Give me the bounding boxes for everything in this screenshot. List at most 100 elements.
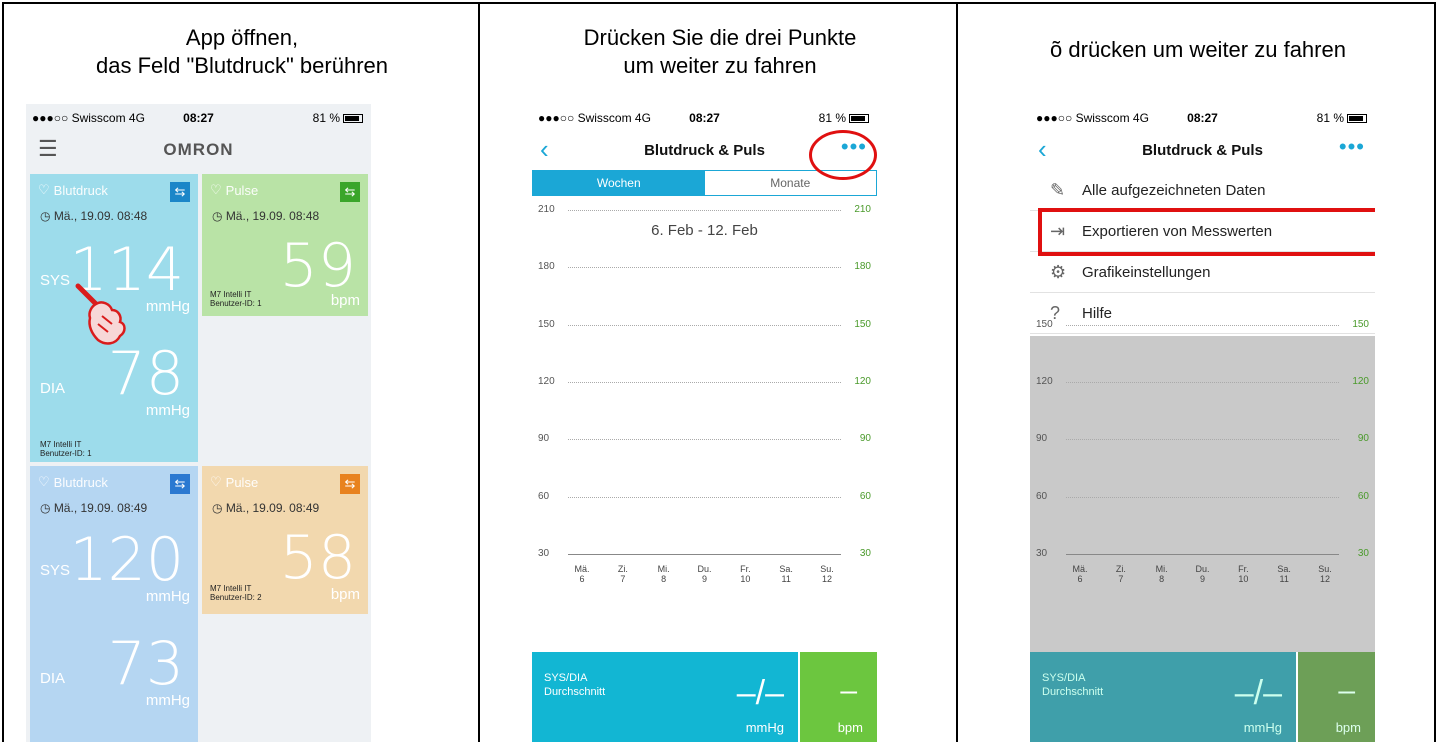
dia-unit: mmHg <box>145 692 190 709</box>
chart-area: 210 210 180 180 150 150 120 120 90 90 60 60 30 30 Mä. 6… <box>532 204 877 654</box>
tile-date-text: Mä., 19.09. 08:49 <box>53 501 148 515</box>
battery-icon <box>849 113 869 123</box>
gridline <box>568 496 841 498</box>
tile-date: ◷ Mä., 19.09. 08:49 <box>212 501 320 515</box>
device-info: M7 Intelli IT Benutzer-ID: 2 <box>210 584 262 602</box>
sync-icon[interactable]: ⇆ <box>340 474 360 494</box>
highlight-box <box>1038 208 1375 256</box>
pulse-value: 59 <box>279 231 356 301</box>
blood-pressure-tile[interactable]: ♡ Blutdruck ⇆ ◷ Mä., 19.09. 08:49 SYS 120… <box>30 466 198 742</box>
dia-value: 73 <box>107 629 184 699</box>
summary-pulse: – bpm <box>1298 652 1375 742</box>
x-tick-date: 6 <box>579 574 585 584</box>
x-tick-day: Fr. <box>740 564 751 574</box>
y-tick-label-left: 150 <box>1036 318 1053 330</box>
x-tick-date: 9 <box>701 574 707 584</box>
x-tick-day: Sa. <box>1277 564 1291 574</box>
y-tick-label-left: 180 <box>538 261 555 273</box>
step1-caption-line2: das Feld "Blutdruck" berühren <box>96 53 388 78</box>
x-tick-label: Zi. 7 <box>1107 564 1135 584</box>
y-tick-label-right: 60 <box>859 490 871 502</box>
device-info: M7 Intelli IT Benutzer-ID: 1 <box>210 290 262 308</box>
y-tick-label-right: 120 <box>1352 376 1369 387</box>
x-tick-label: Mi. 8 <box>650 564 678 584</box>
pulse-tile[interactable]: ♡ Pulse ⇆ ◷ Mä., 19.09. 08:49 58 bpm M7 I… <box>202 466 368 614</box>
battery: 81 % <box>313 111 363 125</box>
gridline <box>1066 324 1339 326</box>
x-tick-label: Mä. 6 <box>1066 564 1094 584</box>
y-tick-label-right: 60 <box>1357 490 1369 502</box>
chart-navbar: ‹ Blutdruck & Puls ••• <box>1030 130 1375 170</box>
gridline <box>568 324 841 326</box>
x-tick-date: 12 <box>821 574 832 584</box>
y-tick-label-right: 180 <box>854 261 871 273</box>
x-tick-day: Zi. <box>1115 564 1126 574</box>
x-tick-date: 6 <box>1077 574 1083 584</box>
x-tick-date: 7 <box>620 574 626 584</box>
battery-label: 81 % <box>1316 111 1344 125</box>
tile-title: Blutdruck <box>53 474 108 490</box>
x-tick-label: Zi. 7 <box>609 564 637 584</box>
more-options-icon[interactable]: ••• <box>1339 136 1365 158</box>
y-tick-label-left: 60 <box>538 490 550 502</box>
gridline <box>568 382 841 383</box>
heart-icon: ♡ <box>38 474 50 489</box>
tile-title: Blutdruck <box>53 182 108 198</box>
sync-icon[interactable]: ⇆ <box>170 474 190 494</box>
y-tick-label-left: 90 <box>1036 433 1048 445</box>
x-tick-day: Mä. <box>1072 564 1088 574</box>
summary-unit: mmHg <box>745 720 784 735</box>
gridline <box>1066 439 1339 441</box>
battery-label: 81 % <box>312 111 340 125</box>
pulse-tile[interactable]: ♡ Pulse ⇆ ◷ Mä., 19.09. 08:48 59 bpm M7 I… <box>202 174 368 316</box>
sync-icon[interactable]: ⇆ <box>340 182 360 202</box>
x-tick-day: Mä. <box>574 564 590 574</box>
tile-header: ♡ Pulse <box>210 474 258 490</box>
tab-wochen[interactable]: Wochen <box>533 171 705 195</box>
y-tick-label-right: 150 <box>1352 318 1369 330</box>
battery: 81 % <box>819 111 869 125</box>
y-tick-label-right: 120 <box>854 376 871 387</box>
x-tick-day: Zi. <box>617 564 628 574</box>
x-tick-label: Su. 12 <box>1311 564 1339 584</box>
x-tick-date: 8 <box>1159 574 1165 584</box>
blood-pressure-tile[interactable]: ♡ Blutdruck ⇆ ◷ Mä., 19.09. 08:48 SYS 114… <box>30 174 198 462</box>
sync-icon[interactable]: ⇆ <box>170 182 190 202</box>
y-tick-label-right: 150 <box>854 318 871 330</box>
dia-label: DIA <box>40 670 66 687</box>
step2-panel: Drücken Sie die drei Punkte um weiter zu… <box>482 4 958 742</box>
tile-title: Pulse <box>225 182 259 198</box>
pulse-value: 58 <box>279 523 356 593</box>
x-tick-date: 10 <box>1238 574 1249 584</box>
x-tick-date: 11 <box>781 574 791 584</box>
summary-value: –/– <box>736 674 784 712</box>
battery: 81 % <box>1317 111 1367 125</box>
y-tick-label-left: 120 <box>538 376 555 387</box>
x-tick-day: Du. <box>1195 564 1210 574</box>
x-tick-label: Du. 9 <box>691 564 719 584</box>
y-tick-label-left: 90 <box>538 433 550 445</box>
highlight-circle <box>809 130 877 180</box>
tutorial-frame: App öffnen, das Feld "Blutdruck" berühre… <box>2 2 1436 742</box>
status-bar: ●●●○○ Swisscom 4G 08:27 81 % <box>532 104 877 130</box>
chart-area-dimmed: 150 150 120 120 90 90 60 60 30 30 Mä. 6 Zi. 7 Mi. 8 Du. 9… <box>1030 254 1375 654</box>
tile-date-text: Mä., 19.09. 08:49 <box>225 501 320 515</box>
phone-screen-home: ●●●○○ Swisscom 4G 08:27 81 % ☰ OMRON ♡ Bl… <box>26 104 371 742</box>
device-info: M7 Intelli IT Benutzer-ID: 1 <box>40 440 92 458</box>
pulse-unit: bpm <box>330 292 360 309</box>
tile-date: ◷ Mä., 19.09. 08:49 <box>40 501 148 515</box>
status-bar: ●●●○○ Swisscom 4G 08:27 81 % <box>1030 104 1375 130</box>
tile-header: ♡ Blutdruck <box>38 182 108 198</box>
summary-bp: SYS/DIA Durchschnitt –/– mmHg <box>1030 652 1296 742</box>
gridline <box>1066 554 1339 555</box>
menu-item-all-data[interactable]: ✎ Alle aufgezeichneten Daten <box>1030 170 1375 211</box>
summary-sublabel: Durchschnitt <box>544 686 606 698</box>
step3-panel: õ drücken um weiter zu fahren ●●●○○ Swis… <box>960 4 1434 742</box>
y-tick-label-right: 90 <box>1357 433 1369 445</box>
summary-sublabel: Durchschnitt <box>1042 686 1104 698</box>
device-name: M7 Intelli IT <box>210 584 252 593</box>
summary-pulse-unit: bpm <box>837 720 863 735</box>
step2-caption-line2: um weiter zu fahren <box>623 53 817 78</box>
tile-header: ♡ Pulse <box>210 182 258 198</box>
x-tick-day: Su. <box>1318 564 1332 574</box>
